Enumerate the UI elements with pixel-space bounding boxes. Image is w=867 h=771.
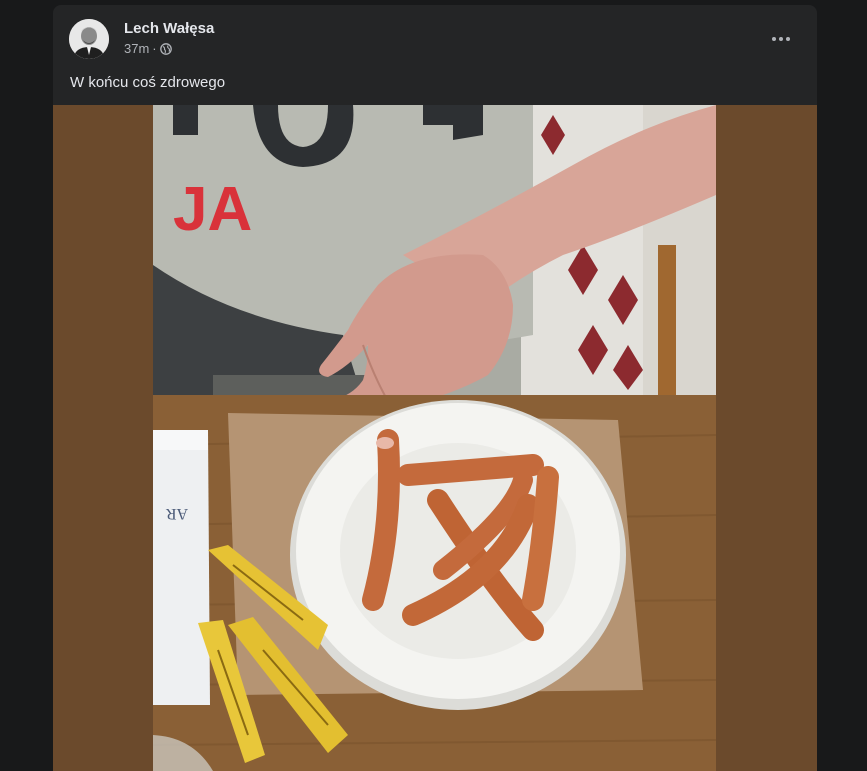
post-header: Lech Wałęsa 37m · [53, 5, 817, 65]
post-photo[interactable]: JA AR [153, 105, 716, 771]
post-meta: 37m · [124, 41, 172, 56]
post-text: W końcu coś zdrowego [70, 74, 226, 91]
post-timestamp[interactable]: 37m [124, 41, 149, 56]
author-avatar[interactable] [69, 19, 109, 59]
author-name[interactable]: Lech Wałęsa [124, 20, 214, 37]
feed-post: Lech Wałęsa 37m · W końcu coś zdrowego J… [53, 5, 817, 771]
meta-separator: · [152, 41, 157, 56]
globe-icon [159, 42, 172, 55]
shirt-lettering: JA [173, 175, 252, 244]
napkin-text: AR [165, 505, 188, 522]
more-options-icon[interactable] [763, 25, 799, 53]
post-photo-container[interactable]: JA AR [53, 105, 817, 771]
